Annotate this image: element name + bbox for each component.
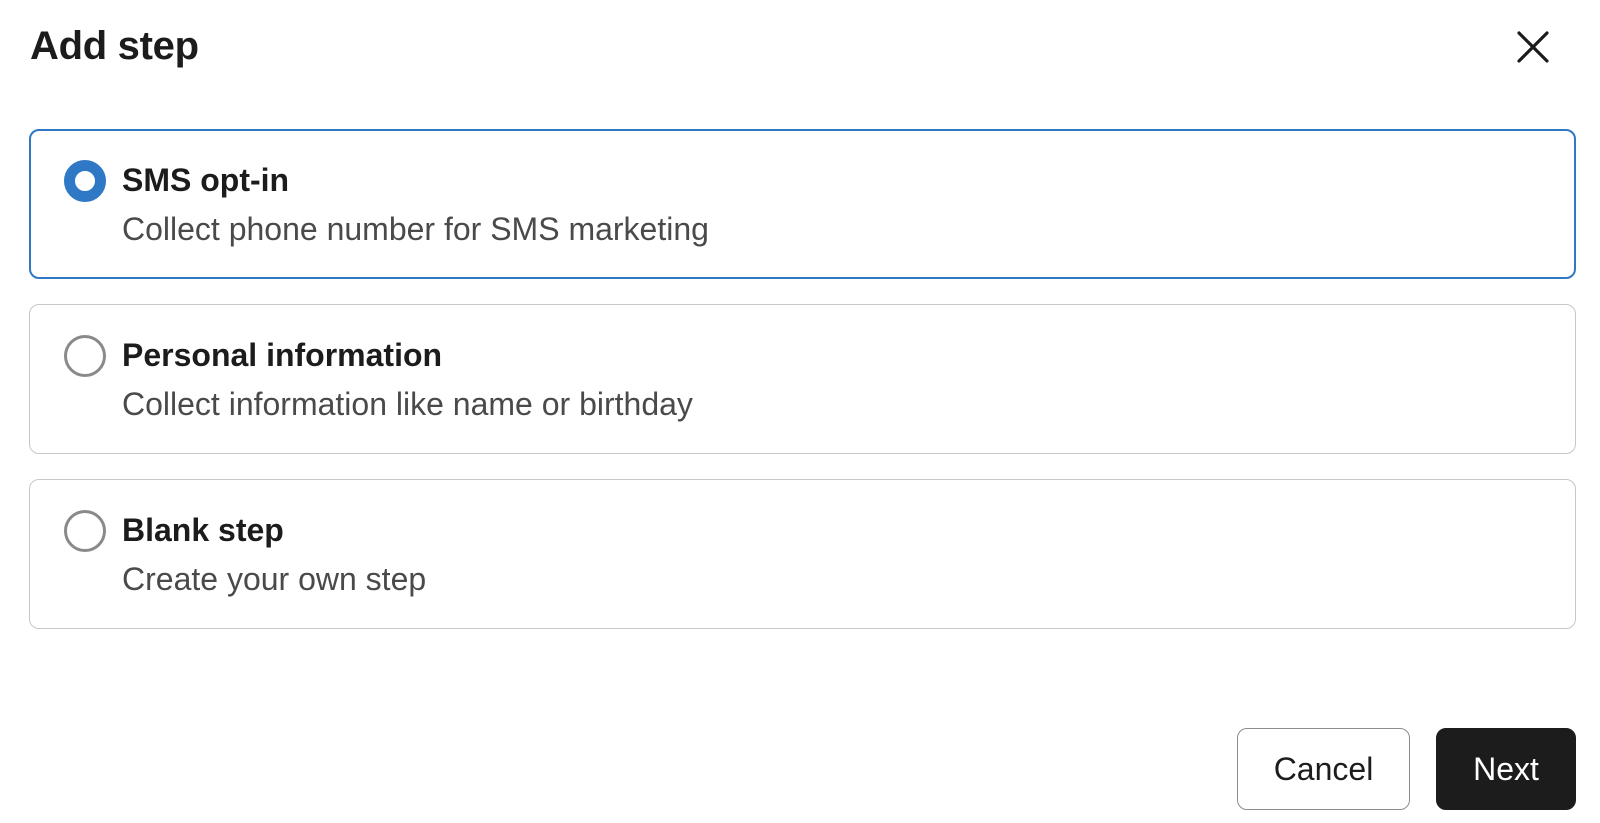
- add-step-dialog: Add step SMS opt-in Collect phone number…: [0, 0, 1600, 823]
- option-description: Create your own step: [122, 561, 427, 597]
- radio-blank-step[interactable]: [64, 510, 106, 552]
- radio-sms-opt-in[interactable]: [64, 160, 106, 202]
- option-description: Collect phone number for SMS marketing: [122, 211, 709, 247]
- option-sms-opt-in[interactable]: SMS opt-in Collect phone number for SMS …: [29, 129, 1576, 279]
- close-button[interactable]: [1508, 22, 1558, 72]
- option-label: SMS opt-in: [122, 162, 290, 198]
- next-button[interactable]: Next: [1436, 728, 1576, 810]
- cancel-button[interactable]: Cancel: [1237, 728, 1410, 810]
- dialog-title: Add step: [30, 24, 199, 68]
- option-label: Blank step: [122, 512, 284, 548]
- option-label: Personal information: [122, 337, 443, 373]
- close-icon: [1517, 31, 1549, 63]
- option-personal-information[interactable]: Personal information Collect information…: [29, 304, 1576, 454]
- option-blank-step[interactable]: Blank step Create your own step: [29, 479, 1576, 629]
- radio-personal-information[interactable]: [64, 335, 106, 377]
- step-options: SMS opt-in Collect phone number for SMS …: [29, 129, 1576, 654]
- option-description: Collect information like name or birthda…: [122, 386, 693, 422]
- dialog-footer: Cancel Next: [1237, 728, 1576, 810]
